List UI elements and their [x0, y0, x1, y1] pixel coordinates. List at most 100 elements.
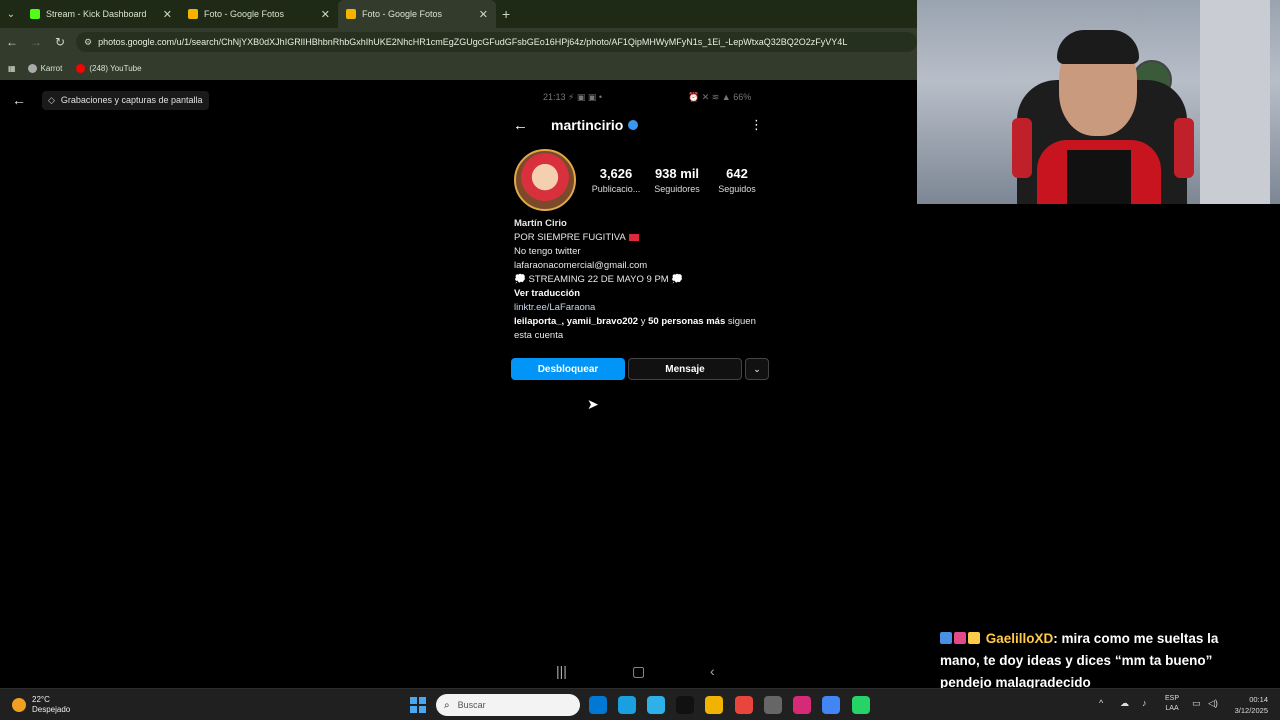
volume-icon[interactable]: ◁) — [1208, 698, 1218, 709]
home-icon[interactable]: ▢ — [632, 663, 645, 680]
ig-back-icon[interactable]: ← — [513, 117, 528, 134]
bio-line-1-text: POR SIEMPRE FUGITIVA — [514, 232, 626, 243]
webcam-chair-accent — [1012, 118, 1032, 178]
task-view-icon[interactable] — [589, 696, 607, 714]
stat-value: 3,626 — [599, 166, 633, 181]
followed-by-names: leilaporta_, yamii_bravo202 — [514, 316, 639, 327]
bio-line-4: 💭 STREAMING 22 DE MAYO 9 PM 💭 — [514, 274, 684, 285]
tab-title: Foto - Google Fotos — [362, 9, 443, 19]
webcam-hair — [1057, 30, 1139, 64]
stat-label: Publicacio... — [591, 184, 641, 194]
chat-username: GaelilloXD — [985, 631, 1054, 646]
search-icon: ⌕ — [444, 699, 450, 711]
weather-temperature: 22°C — [32, 695, 50, 704]
tab-search-icon[interactable]: ⌄ — [0, 0, 22, 28]
recent-apps-icon[interactable]: ||| — [556, 663, 567, 679]
stat-value: 642 — [726, 166, 748, 181]
tab-close-icon[interactable]: ✕ — [479, 8, 488, 21]
chat-badge-icon — [940, 632, 952, 644]
windows-start-icon[interactable] — [410, 697, 426, 713]
site-info-icon[interactable]: ⚙ — [84, 37, 92, 48]
weather-condition: Despejado — [32, 705, 71, 714]
youtube-icon — [76, 63, 86, 73]
language-indicator[interactable]: ESP LAA — [1165, 694, 1179, 714]
chrome-icon[interactable] — [735, 696, 753, 714]
stat-followers[interactable]: 938 mil Seguidores — [650, 166, 704, 194]
album-chip[interactable]: ◇ Grabaciones y capturas de pantalla — [42, 90, 209, 110]
google-photos-favicon-icon — [188, 9, 198, 19]
bio-line-2: No tengo twitter — [514, 246, 581, 257]
phone-status-time: 21:13 ⚡ ▣ ▣ • — [543, 92, 602, 103]
suggested-chevron-icon[interactable]: ⌄ — [745, 358, 769, 380]
whatsapp-icon[interactable] — [852, 696, 870, 714]
tiktok-icon[interactable] — [676, 696, 694, 714]
android-back-icon[interactable]: ‹ — [710, 663, 715, 679]
album-label: Grabaciones y capturas de pantalla — [60, 95, 203, 105]
profile-avatar[interactable] — [514, 149, 576, 211]
tab-google-photos-2[interactable]: Foto - Google Fotos ✕ — [338, 0, 496, 28]
edge-icon[interactable] — [618, 696, 636, 714]
instagram-icon[interactable] — [793, 696, 811, 714]
address-toolbar: ← → ↻ ⚙ photos.google.com/u/1/search/ChN… — [0, 28, 917, 56]
webcam-chair-accent — [1174, 118, 1194, 178]
stat-label: Seguidores — [654, 184, 700, 194]
bio-name: Martín Cirio — [514, 218, 567, 229]
chat-badge-icon — [954, 632, 966, 644]
search-placeholder: Buscar — [457, 700, 486, 710]
status-time: 21:13 — [543, 92, 566, 102]
bookmarks-bar: ▦ Karrot (248) YouTube — [0, 56, 917, 80]
url-bar[interactable]: ⚙ photos.google.com/u/1/search/ChNjYXB0d… — [76, 32, 917, 52]
bio-link[interactable]: linktr.ee/LaFaraona — [514, 301, 774, 315]
chrome-profile-icon[interactable] — [822, 696, 840, 714]
file-explorer-icon[interactable] — [705, 696, 723, 714]
tab-kick-dashboard[interactable]: Stream - Kick Dashboard ✕ — [22, 0, 180, 28]
clock-time: 00:14 — [1249, 695, 1268, 704]
see-translation-link[interactable]: Ver traducción — [514, 287, 774, 301]
stat-following[interactable]: 642 Seguidos — [714, 166, 760, 194]
reload-icon[interactable]: ↻ — [48, 35, 72, 49]
bookmark-label: (248) YouTube — [89, 63, 142, 73]
tab-close-icon[interactable]: ✕ — [163, 8, 172, 21]
settings-icon[interactable] — [764, 696, 782, 714]
copilot-icon[interactable] — [647, 696, 665, 714]
message-button[interactable]: Mensaje — [628, 358, 742, 380]
mouse-cursor-icon: ➤ — [587, 396, 599, 412]
forward-icon[interactable]: → — [24, 35, 48, 49]
taskbar-search[interactable]: ⌕ Buscar — [436, 694, 580, 716]
tab-google-photos-1[interactable]: Foto - Google Fotos ✕ — [180, 0, 338, 28]
bio-line-1: POR SIEMPRE FUGITIVA — [514, 231, 774, 245]
back-icon[interactable]: ← — [0, 35, 24, 49]
bookmark-youtube[interactable]: (248) YouTube — [76, 63, 142, 73]
weather-sun-icon — [12, 698, 26, 712]
chat-text: : mira como me sueltas la mano, te doy i… — [940, 631, 1219, 690]
viewer-back-icon[interactable]: ← — [12, 92, 26, 108]
bookmark-karrot[interactable]: Karrot — [27, 63, 62, 73]
profile-username: martincirio — [551, 117, 639, 133]
microphone-icon[interactable]: ♪ — [1142, 698, 1147, 708]
username-text: martincirio — [551, 117, 624, 133]
tag-icon: ◇ — [48, 94, 55, 105]
stat-label: Seguidos — [718, 184, 756, 194]
network-icon[interactable]: ▭ — [1192, 698, 1201, 709]
clock-date: 3/12/2025 — [1234, 706, 1268, 715]
new-tab-button[interactable]: + — [502, 6, 510, 22]
webcam-feed — [917, 0, 1280, 204]
system-clock[interactable]: 00:14 3/12/2025 — [1228, 694, 1268, 716]
tab-close-icon[interactable]: ✕ — [321, 8, 330, 21]
weather-widget[interactable]: 22°C Despejado — [12, 695, 70, 715]
tab-title: Foto - Google Fotos — [204, 9, 285, 19]
lang-top: ESP — [1165, 695, 1180, 702]
chat-badge-icon — [968, 632, 980, 644]
tray-overflow-icon[interactable]: ^ — [1099, 698, 1103, 708]
status-right-icons: ⏰ ✕ ≋ ▲ — [688, 92, 731, 102]
webcam-shirt-stripe — [1067, 150, 1131, 204]
followed-by[interactable]: leilaporta_, yamii_bravo202 y 50 persona… — [514, 315, 774, 343]
followed-by-connector: y — [638, 316, 649, 327]
unblock-button[interactable]: Desbloquear — [511, 358, 625, 380]
more-options-icon[interactable]: ⋮ — [750, 117, 763, 133]
photo-viewer-header: ← ◇ Grabaciones y capturas de pantalla — [0, 86, 917, 114]
stat-posts[interactable]: 3,626 Publicacio... — [588, 166, 644, 194]
onedrive-icon[interactable]: ☁ — [1120, 698, 1129, 709]
apps-grid-icon[interactable]: ▦ — [8, 64, 16, 73]
bio-email[interactable]: lafaraonacomercial@gmail.com — [514, 259, 774, 273]
